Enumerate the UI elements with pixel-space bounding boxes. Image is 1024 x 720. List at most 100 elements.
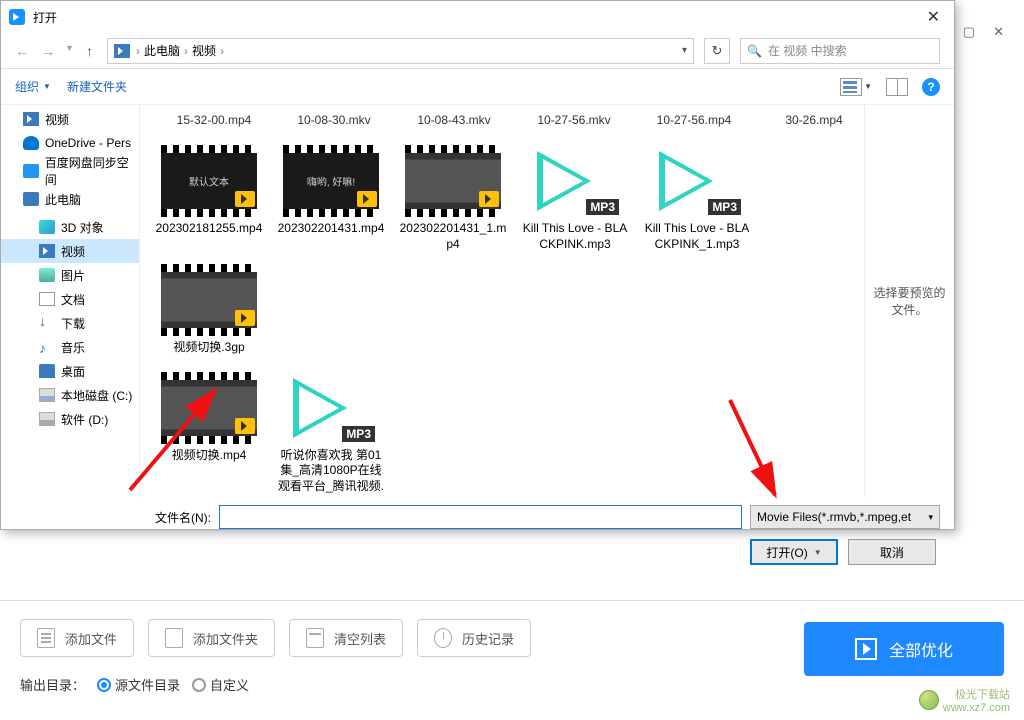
- sidebar-item-OneDrive - Pers[interactable]: OneDrive - Pers: [1, 131, 139, 155]
- sidebar-item-下载[interactable]: 下载: [1, 311, 139, 335]
- preview-pane: 选择要预览的文件。: [864, 105, 954, 497]
- file-name-label[interactable]: 10-27-56.mkv: [524, 113, 624, 127]
- nav-back-icon[interactable]: ←: [15, 43, 29, 59]
- new-folder-button[interactable]: 新建文件夹: [67, 78, 127, 95]
- bottom-panel: 添加文件添加文件夹清空列表历史记录 输出目录： 源文件目录 自定义 全部优化: [0, 600, 1024, 720]
- breadcrumb-video-icon: [114, 44, 130, 58]
- app-icon: [9, 9, 25, 25]
- cancel-button[interactable]: 取消: [848, 539, 936, 565]
- file-item[interactable]: MP3Kill This Love - BLACKPINK_1.mp3: [642, 145, 752, 252]
- bottom-btn-label: 清空列表: [334, 629, 386, 648]
- nav-recent-chevron-icon[interactable]: ▾: [67, 43, 72, 59]
- optimize-all-button[interactable]: 全部优化: [804, 622, 1004, 676]
- ico-dl-icon: [39, 316, 55, 330]
- sidebar-item-视频[interactable]: 视频: [1, 107, 139, 131]
- breadcrumb-root[interactable]: 此电脑: [144, 42, 180, 59]
- file-name-row: 15-32-00.mp4 10-08-30.mkv 10-08-43.mkv 10-2…: [148, 113, 864, 127]
- sidebar-item-label: 本地磁盘 (C:): [61, 387, 132, 404]
- sidebar-item-音乐[interactable]: 音乐: [1, 335, 139, 359]
- open-button[interactable]: 打开(O)▼: [750, 539, 838, 565]
- file-name-label[interactable]: 10-08-30.mkv: [284, 113, 384, 127]
- video-thumbnail-icon: 嗨哟, 好嘛!: [283, 145, 379, 217]
- ico-bdy-icon: [23, 164, 39, 178]
- file-item[interactable]: 视频切换.mp4: [154, 372, 264, 497]
- nav-forward-icon[interactable]: →: [41, 43, 55, 59]
- sidebar-item-label: OneDrive - Pers: [45, 136, 131, 150]
- player-badge-icon: [357, 191, 377, 207]
- player-badge-icon: [479, 191, 499, 207]
- sidebar-item-软件 (D:)[interactable]: 软件 (D:): [1, 407, 139, 431]
- sidebar-item-百度网盘同步空间[interactable]: 百度网盘同步空间: [1, 159, 139, 183]
- search-input[interactable]: 🔍 在 视频 中搜索: [740, 38, 940, 64]
- sidebar-item-此电脑[interactable]: 此电脑: [1, 187, 139, 211]
- view-dropdown-icon[interactable]: ▼: [864, 82, 872, 91]
- video-thumbnail-icon: [161, 372, 257, 444]
- clock-icon: [434, 628, 452, 648]
- file-item[interactable]: MP3 Kill This Love - BLACKPINK.mp3: [520, 145, 630, 252]
- file-label: 202302201431.mp4: [278, 221, 385, 237]
- player-badge-icon: [235, 310, 255, 326]
- file-name-label[interactable]: 30-26.mp4: [764, 113, 864, 127]
- sidebar-item-视频[interactable]: 视频: [1, 239, 139, 263]
- sidebar-item-label: 下载: [61, 315, 85, 332]
- sidebar-item-本地磁盘 (C:)[interactable]: 本地磁盘 (C:): [1, 383, 139, 407]
- file-item[interactable]: 202302201431_1.mp4: [398, 145, 508, 252]
- sidebar-item-label: 图片: [61, 267, 85, 284]
- bottom-btn-2[interactable]: 清空列表: [289, 619, 403, 657]
- play-icon: [855, 638, 877, 660]
- file-label: 听说你喜欢我 第01集_高清1080P在线观看平台_腾讯视频.mp3: [276, 448, 386, 497]
- sidebar-item-3D 对象[interactable]: 3D 对象: [1, 215, 139, 239]
- file-label: Kill This Love - BLACKPINK.mp3: [520, 221, 630, 252]
- file-name-label[interactable]: 10-08-43.mkv: [404, 113, 504, 127]
- breadcrumb-folder[interactable]: 视频: [192, 42, 216, 59]
- ico-disk-icon: [39, 388, 55, 402]
- sidebar-item-图片[interactable]: 图片: [1, 263, 139, 287]
- search-placeholder: 在 视频 中搜索: [768, 42, 847, 59]
- video-thumbnail-icon: [405, 145, 501, 217]
- sidebar-item-文档[interactable]: 文档: [1, 287, 139, 311]
- ico-pic-icon: [39, 268, 55, 282]
- file-grid[interactable]: 15-32-00.mp4 10-08-30.mkv 10-08-43.mkv 10-2…: [140, 105, 864, 497]
- file-item[interactable]: MP3听说你喜欢我 第01集_高清1080P在线观看平台_腾讯视频.mp3: [276, 372, 386, 497]
- outer-minimize-icon[interactable]: ▢: [963, 24, 975, 40]
- filetype-dropdown[interactable]: Movie Files(*.rmvb,*.mpeg,et▾: [750, 505, 940, 529]
- nav-up-icon[interactable]: ↑: [86, 43, 93, 59]
- filename-input[interactable]: [219, 505, 742, 529]
- preview-pane-icon[interactable]: [886, 78, 908, 96]
- file-label: 202302201431_1.mp4: [398, 221, 508, 252]
- file-item[interactable]: 视频切换.3gp: [154, 264, 264, 356]
- bottom-btn-1[interactable]: 添加文件夹: [148, 619, 275, 657]
- file-label: 202302181255.mp4: [156, 221, 263, 237]
- player-badge-icon: [235, 418, 255, 434]
- sidebar-item-label: 此电脑: [45, 191, 81, 208]
- sidebar-item-桌面[interactable]: 桌面: [1, 359, 139, 383]
- organize-menu[interactable]: 组织▼: [15, 78, 51, 95]
- bottom-btn-3[interactable]: 历史记录: [417, 619, 531, 657]
- view-mode-icon[interactable]: [840, 78, 862, 96]
- bottom-btn-label: 添加文件: [65, 629, 117, 648]
- file-name-label[interactable]: 10-27-56.mp4: [644, 113, 744, 127]
- file-item[interactable]: 嗨哟, 好嘛! 202302201431.mp4: [276, 145, 386, 252]
- file-item[interactable]: 默认文本202302181255.mp4: [154, 145, 264, 252]
- player-badge-icon: [235, 191, 255, 207]
- breadcrumb-dropdown-icon[interactable]: ▾: [682, 45, 687, 56]
- close-icon[interactable]: ✕: [921, 7, 946, 27]
- titlebar: 打开 ✕: [1, 1, 954, 33]
- file-label: Kill This Love - BLACKPINK_1.mp3: [642, 221, 752, 252]
- file-name-label[interactable]: 15-32-00.mp4: [164, 113, 264, 127]
- outer-close-icon[interactable]: ✕: [993, 24, 1004, 40]
- trash-icon: [306, 628, 324, 648]
- filename-label: 文件名(N):: [155, 509, 211, 526]
- ico-video-icon: [23, 112, 39, 126]
- file-open-dialog: 打开 ✕ ← → ▾ ↑ › 此电脑 › 视频 › ▾ ↻ 🔍 在 视频 中搜索…: [0, 0, 955, 530]
- refresh-icon[interactable]: ↻: [704, 38, 730, 64]
- mp3-icon: MP3: [527, 145, 623, 217]
- radio-source-dir[interactable]: 源文件目录: [97, 675, 180, 694]
- bottom-btn-0[interactable]: 添加文件: [20, 619, 134, 657]
- help-icon[interactable]: ?: [922, 78, 940, 96]
- dialog-title: 打开: [33, 9, 921, 26]
- breadcrumb[interactable]: › 此电脑 › 视频 › ▾: [107, 38, 694, 64]
- sidebar-item-label: 3D 对象: [61, 219, 104, 236]
- radio-custom-dir[interactable]: 自定义: [192, 675, 249, 694]
- sidebar-item-label: 桌面: [61, 363, 85, 380]
